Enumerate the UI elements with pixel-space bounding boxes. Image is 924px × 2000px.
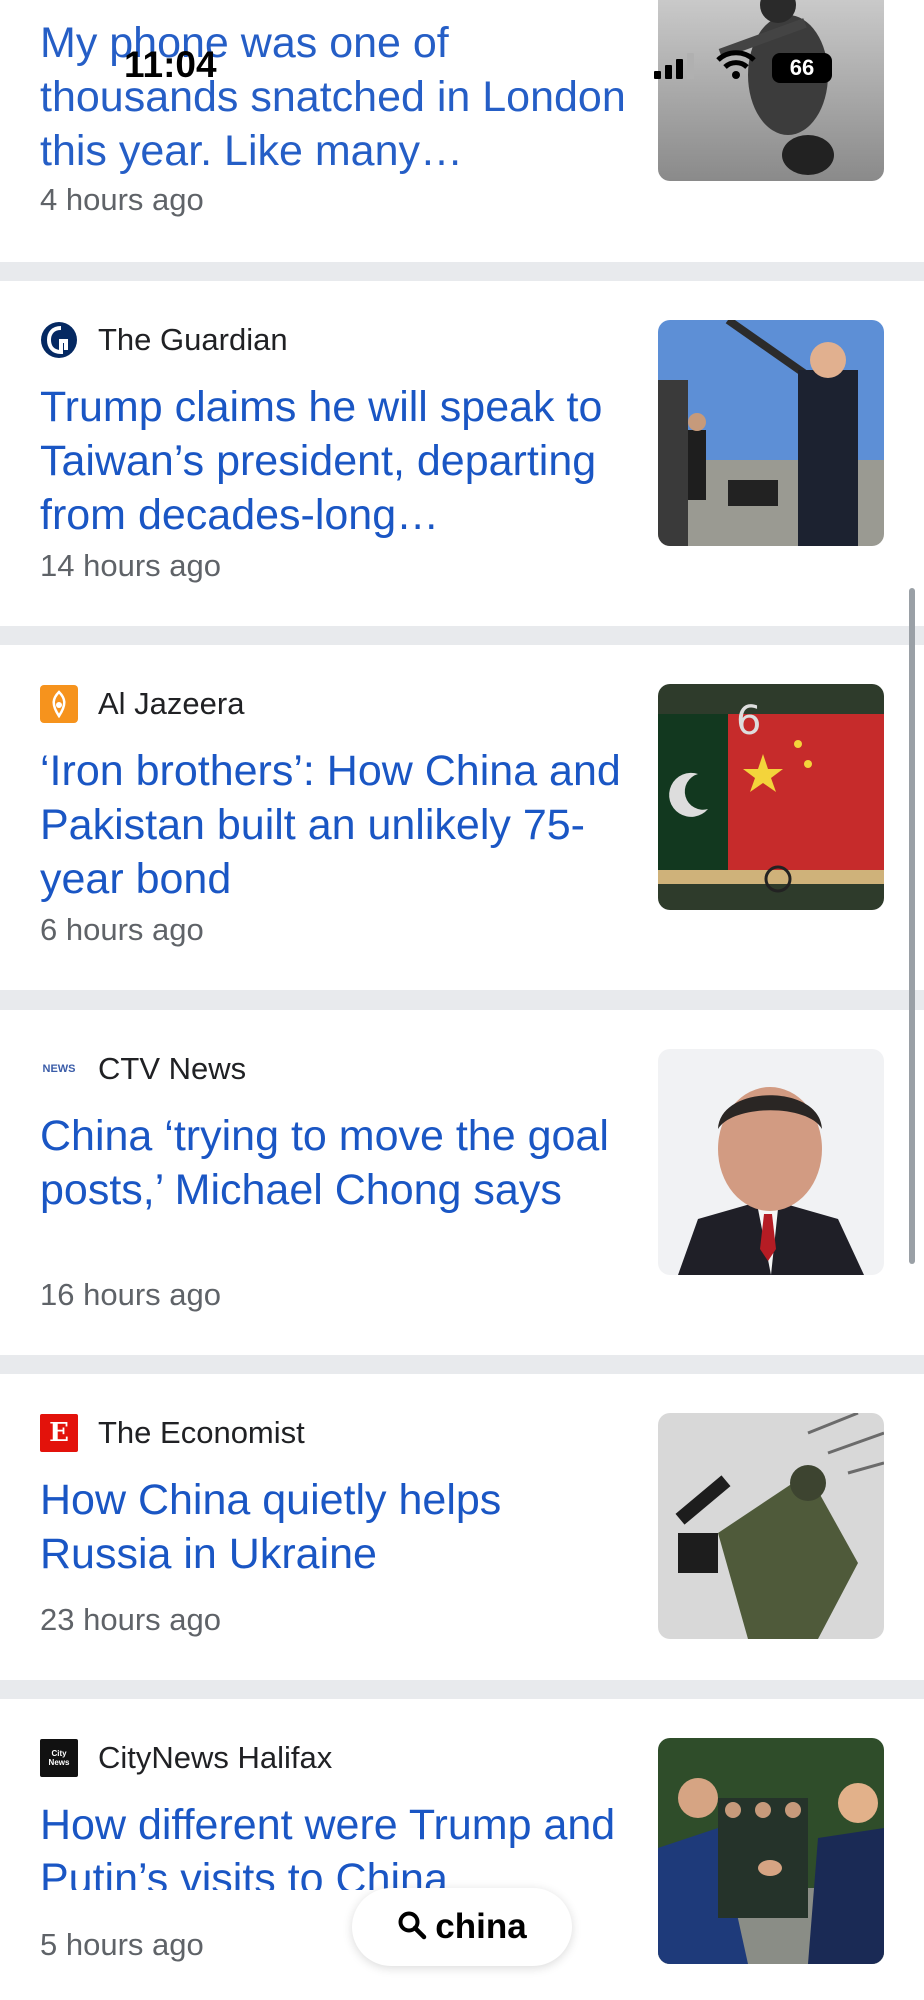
- article-thumbnail[interactable]: [658, 1738, 884, 1964]
- scrollbar-thumb[interactable]: [909, 588, 915, 1264]
- aljazeera-logo-icon: [40, 685, 78, 723]
- article-thumbnail[interactable]: [658, 1413, 884, 1639]
- ctv-news-logo-icon: NEWS: [40, 1050, 78, 1088]
- article-headline[interactable]: ‘Iron brothers’: How China and Pakistan …: [40, 744, 630, 906]
- citynews-logo-icon: City News: [40, 1739, 78, 1777]
- ctv-logo-text: NEWS: [42, 1063, 76, 1075]
- article-thumbnail[interactable]: [658, 320, 884, 546]
- article-card[interactable]: E The Economist How China quietly helps …: [0, 1374, 924, 1680]
- article-card[interactable]: The Guardian Trump claims he will speak …: [0, 281, 924, 626]
- article-card[interactable]: NEWS CTV News China ‘trying to move the …: [0, 1010, 924, 1355]
- article-source: Al Jazeera: [40, 685, 244, 723]
- article-card[interactable]: My phone was one of thousands snatched i…: [0, 0, 924, 262]
- article-time: 23 hours ago: [40, 1602, 221, 1637]
- article-headline[interactable]: China ‘trying to move the goal posts,’ M…: [40, 1109, 630, 1271]
- svg-text:6: 6: [736, 698, 761, 744]
- article-time: 5 hours ago: [40, 1927, 204, 1962]
- source-name: The Guardian: [98, 322, 288, 357]
- source-name: Al Jazeera: [98, 686, 245, 721]
- source-name: CTV News: [98, 1051, 247, 1086]
- article-headline[interactable]: My phone was one of thousands snatched i…: [40, 16, 630, 178]
- article-card[interactable]: Al Jazeera ‘Iron brothers’: How China an…: [0, 645, 924, 990]
- search-icon: [397, 1910, 427, 1945]
- article-headline[interactable]: How China quietly helps Russia in Ukrain…: [40, 1473, 630, 1581]
- article-time: 16 hours ago: [40, 1277, 221, 1312]
- search-query-pill[interactable]: china: [352, 1888, 572, 1966]
- article-source: The Guardian: [40, 321, 288, 359]
- guardian-logo-icon: [40, 321, 78, 359]
- source-name: The Economist: [98, 1415, 305, 1450]
- article-source: NEWS CTV News: [40, 1050, 247, 1088]
- source-name: CityNews Halifax: [98, 1740, 333, 1775]
- article-time: 4 hours ago: [40, 182, 204, 217]
- article-thumbnail[interactable]: 6: [658, 684, 884, 910]
- article-time: 14 hours ago: [40, 548, 221, 583]
- article-thumbnail[interactable]: [658, 0, 884, 181]
- economist-logo-letter: E: [49, 1418, 69, 1448]
- search-query-text: china: [435, 1907, 527, 1946]
- article-source: E The Economist: [40, 1414, 305, 1452]
- article-headline[interactable]: Trump claims he will speak to Taiwan’s p…: [40, 380, 630, 542]
- citynews-logo-text: City News: [48, 1749, 70, 1767]
- article-time: 6 hours ago: [40, 912, 204, 947]
- economist-logo-icon: E: [40, 1414, 78, 1452]
- article-thumbnail[interactable]: [658, 1049, 884, 1275]
- article-source: City News CityNews Halifax: [40, 1739, 332, 1777]
- article-headline[interactable]: How different were Trump and Putin’s vis…: [40, 1798, 630, 1890]
